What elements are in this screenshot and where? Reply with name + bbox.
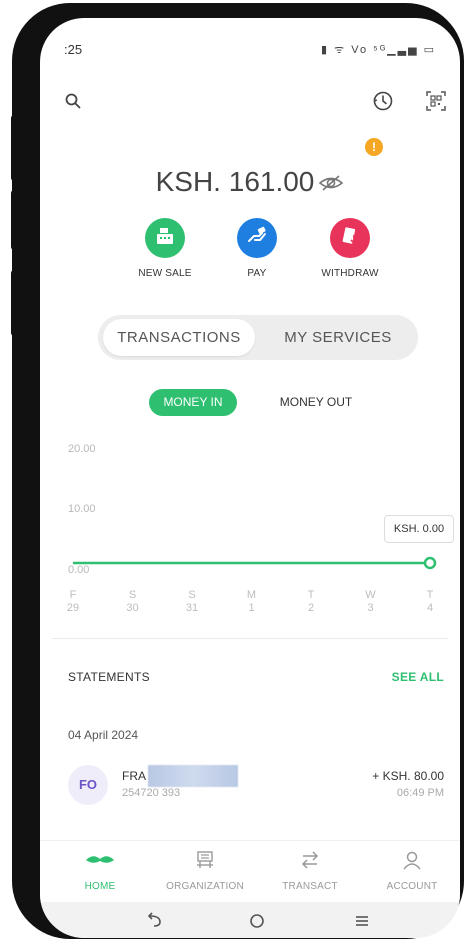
eye-off-icon[interactable] bbox=[318, 168, 344, 200]
organization-icon bbox=[194, 849, 216, 876]
pay-label: PAY bbox=[247, 268, 267, 279]
transaction-amount: + KSH. 80.00 bbox=[372, 769, 444, 783]
y-tick-label: 10.00 bbox=[68, 503, 96, 515]
x-tick-label: T4 bbox=[415, 589, 445, 615]
action-circle bbox=[237, 218, 277, 258]
x-tick-day: F bbox=[69, 589, 77, 601]
phone-frame: :25 ▮ ᯤ Vo ⁵ᴳ▁▃▅ ▭ ! KSH. 161.00 NEW SAL… bbox=[12, 3, 464, 939]
redacted-block bbox=[148, 765, 238, 787]
x-tick-day: T bbox=[426, 589, 434, 601]
statements-title: STATEMENTS bbox=[68, 670, 150, 684]
transaction-time: 06:49 PM bbox=[396, 787, 444, 799]
withdraw-icon bbox=[339, 225, 361, 252]
x-tick-label: S 30 bbox=[118, 589, 148, 615]
x-tick-day: S bbox=[128, 589, 137, 601]
tab-my-services[interactable]: MY SERVICES bbox=[263, 319, 413, 356]
nav-account[interactable]: ACCOUNT bbox=[362, 849, 460, 892]
search-icon[interactable] bbox=[60, 88, 86, 114]
x-tick-date: 2 bbox=[307, 602, 315, 614]
x-tick-date: 30 bbox=[126, 602, 139, 614]
x-tick-date: 29 bbox=[66, 602, 80, 614]
nav-organization[interactable]: ORGANIZATION bbox=[155, 849, 255, 892]
y-tick-label: 20.00 bbox=[68, 443, 96, 455]
chart-tooltip: KSH. 0.00 bbox=[384, 515, 454, 543]
money-in-filter[interactable]: MONEY IN bbox=[149, 389, 237, 416]
action-circle bbox=[330, 218, 370, 258]
tab-transactions[interactable]: TRANSACTIONS bbox=[103, 319, 255, 356]
status-icons: ▮ ᯤ Vo ⁵ᴳ▁▃▅ ▭ bbox=[321, 44, 436, 56]
history-icon[interactable] bbox=[370, 88, 396, 114]
recents-icon[interactable] bbox=[350, 910, 374, 930]
status-time: :25 bbox=[64, 42, 83, 57]
alert-badge[interactable]: ! bbox=[365, 138, 383, 156]
money-out-filter[interactable]: MONEY OUT bbox=[268, 389, 364, 416]
app-screen: :25 ▮ ᯤ Vo ⁵ᴳ▁▃▅ ▭ ! KSH. 161.00 NEW SAL… bbox=[40, 18, 460, 938]
qr-scan-icon[interactable] bbox=[423, 88, 449, 114]
withdraw-button[interactable]: WITHDRAW bbox=[305, 218, 395, 279]
cash-register-icon bbox=[154, 226, 176, 251]
back-icon[interactable] bbox=[142, 910, 166, 930]
bottom-navigation: HOME ORGANIZATION TRANSACT ACCOUNT bbox=[40, 840, 460, 902]
system-navigation-bar bbox=[40, 902, 460, 938]
pay-hand-icon bbox=[246, 225, 268, 252]
nav-transact[interactable]: TRANSACT bbox=[260, 849, 360, 892]
home-icon bbox=[85, 853, 115, 872]
data-point[interactable] bbox=[423, 556, 437, 570]
home-circle-icon[interactable] bbox=[245, 910, 269, 930]
see-all-link[interactable]: SEE ALL bbox=[392, 670, 444, 684]
nav-label: ACCOUNT bbox=[386, 881, 438, 892]
account-icon bbox=[401, 849, 423, 876]
balance-amount: KSH. 161.00 bbox=[155, 166, 315, 197]
x-tick-date: 1 bbox=[248, 602, 255, 614]
new-sale-label: NEW SALE bbox=[138, 268, 192, 279]
y-tick-label: 0.00 bbox=[68, 564, 90, 576]
section-divider bbox=[52, 638, 448, 639]
x-tick-day: M bbox=[246, 589, 257, 601]
x-tick-label: T2 bbox=[296, 589, 326, 615]
x-tick-day: T bbox=[307, 589, 315, 601]
withdraw-label: WITHDRAW bbox=[321, 268, 379, 279]
balance-display: KSH. 161.00 bbox=[40, 166, 460, 200]
x-tick-label: W3 bbox=[356, 589, 386, 615]
status-bar: :25 ▮ ᯤ Vo ⁵ᴳ▁▃▅ ▭ bbox=[60, 42, 440, 62]
transaction-name: FRA bbox=[122, 769, 146, 783]
statement-date: 04 April 2024 bbox=[68, 728, 139, 742]
x-tick-label: F 29 bbox=[58, 589, 88, 615]
transaction-phone: 254720 393 bbox=[122, 787, 181, 799]
transaction-row[interactable]: FO FRA 254720 393 + KSH. 80.00 06:49 PM bbox=[68, 761, 444, 811]
x-tick-date: 4 bbox=[426, 602, 434, 614]
new-sale-button[interactable]: NEW SALE bbox=[120, 218, 210, 279]
transact-arrows-icon bbox=[299, 849, 321, 876]
x-tick-label: M1 bbox=[237, 589, 267, 615]
view-segment-control: TRANSACTIONS MY SERVICES bbox=[98, 315, 418, 360]
nav-label: ORGANIZATION bbox=[166, 881, 244, 892]
nav-label: HOME bbox=[84, 881, 116, 892]
x-tick-date: 31 bbox=[185, 602, 199, 614]
nav-home[interactable]: HOME bbox=[50, 849, 150, 892]
x-tick-date: 3 bbox=[367, 602, 374, 614]
avatar: FO bbox=[68, 765, 108, 805]
x-tick-label: S 31 bbox=[177, 589, 207, 615]
pay-button[interactable]: PAY bbox=[212, 218, 302, 279]
nav-label: TRANSACT bbox=[282, 881, 338, 892]
x-tick-day: S bbox=[188, 589, 196, 601]
action-circle bbox=[145, 218, 185, 258]
x-tick-day: W bbox=[365, 589, 376, 601]
